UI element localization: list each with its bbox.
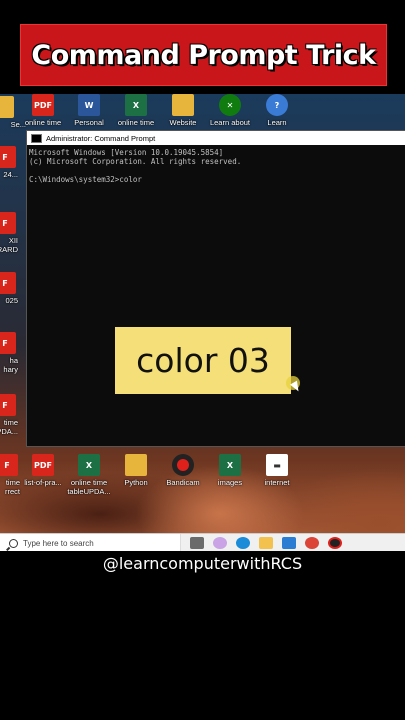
pdf-icon: F [0,394,16,416]
desktop-icon-left-3[interactable]: F ha hary [0,332,18,374]
pdf-icon: PDF [32,94,54,116]
pdf-icon: F [0,454,18,476]
desktop-icon-label: Python [124,478,148,487]
excel-icon: X [125,94,147,116]
cmd-console[interactable]: Microsoft Windows [Version 10.0.19045.58… [27,145,405,187]
bandicam-icon[interactable] [328,537,342,549]
cmd-window-icon [31,133,42,143]
desktop-icon-label: 24... [3,170,18,179]
desktop-icon-label: images [217,478,243,487]
caption-text: color 03 [136,341,270,380]
desktop-icon-left-4[interactable]: F time UPDA... [0,394,18,436]
command-prompt-window[interactable]: Administrator: Command Prompt Microsoft … [26,130,405,447]
desktop-icon-label: Website [169,118,197,127]
desktop-icon-bottom-3[interactable]: Python [113,454,159,487]
excel-icon: X [219,454,241,476]
desktop-icon-left-1[interactable]: F XII RARD [0,212,18,254]
desktop-icon-top-6[interactable]: ? Learn [254,94,300,127]
search-placeholder: Type here to search [23,538,94,548]
desktop-icon-label: ha hary [3,356,18,374]
desktop-icon-bottom-0[interactable]: F time rrect [0,454,20,496]
cmd-line: C:\Windows\system32>color [29,175,142,184]
caption-overlay: color 03 [115,327,291,394]
desktop-icon-label: Learn [267,118,287,127]
desktop-icon-bottom-2[interactable]: X online time tableUPDA... [66,454,112,496]
excel-icon: X [78,454,100,476]
search-icon [9,538,18,548]
desktop-icon-bottom-1[interactable]: PDF list-of-pra... [20,454,66,487]
channel-handle: @learncomputerwithRCS [0,552,405,574]
chrome-icon[interactable] [305,537,319,549]
handle-text: @learncomputerwithRCS [102,553,303,573]
pdf-icon: PDF [32,454,54,476]
folder-icon [172,94,194,116]
desktop-icon-left-0[interactable]: F 24... [0,146,18,179]
desktop-icon-label: time rrect [5,478,20,496]
mail-icon[interactable] [282,537,296,549]
desktop-icon-bottom-4[interactable]: Bandicam [160,454,206,487]
pdf-icon: F [0,146,16,168]
desktop-icon-label: list-of-pra... [24,478,62,487]
pdf-icon: F [0,212,16,234]
taskbar: Type here to search [0,533,405,551]
desktop-icon-label: Bandicam [166,478,200,487]
cmd-line: (c) Microsoft Corporation. All rights re… [29,157,242,166]
desktop-icon-label: online time tableUPDA... [67,478,111,496]
learn-icon: ? [266,94,288,116]
windows-desktop: Se... PDF online time W Personal X onlin… [0,94,405,551]
desktop-icon-label: time UPDA... [0,418,18,436]
cmd-line [29,166,404,175]
pdf-icon: F [0,332,16,354]
cmd-line: Microsoft Windows [Version 10.0.19045.58… [29,148,224,157]
banner-title: Command Prompt Trick [31,39,376,71]
desktop-icon-top-5[interactable]: ✕ Learn about [207,94,253,127]
desktop-icon-top-1[interactable]: PDF online time [20,94,66,127]
desktop-icon-label: online time [24,118,62,127]
record-icon [172,454,194,476]
desktop-icon-left-2[interactable]: F 025 [0,272,18,305]
desktop-icon-bottom-5[interactable]: X images [207,454,253,487]
desktop-icon-top-2[interactable]: W Personal [66,94,112,127]
desktop-icon-label: internet [264,478,290,487]
desktop-icon-label: online time [117,118,155,127]
edge-icon[interactable] [236,537,250,549]
desktop-icon-label: Learn about [209,118,251,127]
file-explorer-icon[interactable] [259,537,273,549]
xbox-icon: ✕ [219,94,241,116]
task-view-icon[interactable] [190,537,204,549]
desktop-icon-top-3[interactable]: X online time [113,94,159,127]
web-icon: ▬ [266,454,288,476]
taskbar-search[interactable]: Type here to search [0,534,181,551]
desktop-icon-top-4[interactable]: Website [160,94,206,127]
desktop-icon-label: XII RARD [0,236,18,254]
cmd-title: Administrator: Command Prompt [46,133,156,143]
pdf-icon: F [0,272,16,294]
title-banner: Command Prompt Trick [20,24,387,86]
cmd-title-bar[interactable]: Administrator: Command Prompt [27,131,405,145]
desktop-icon-label: Personal [74,118,104,127]
desktop-icon-bottom-6[interactable]: ▬ internet [254,454,300,487]
copilot-icon[interactable] [213,537,227,549]
word-icon: W [78,94,100,116]
folder-icon [125,454,147,476]
desktop-icon-label: 025 [5,296,18,305]
shortcut-icon [0,96,14,118]
